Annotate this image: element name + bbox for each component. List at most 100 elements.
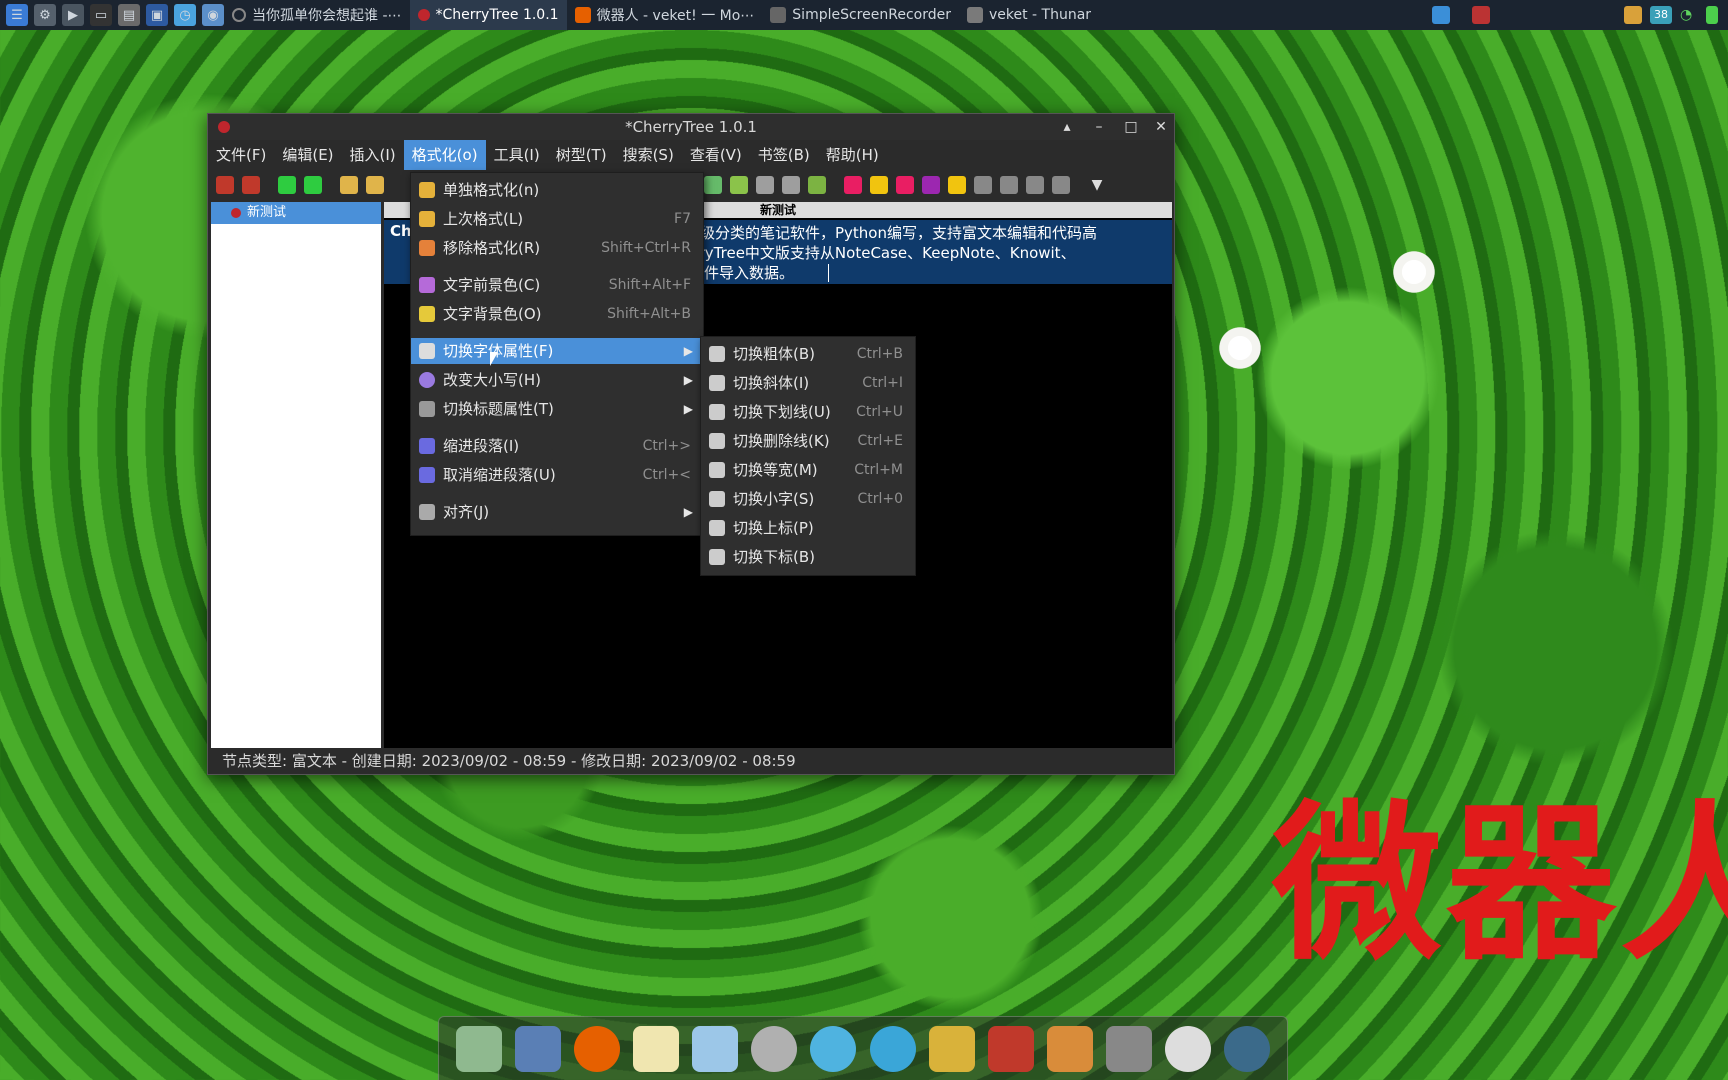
dock-monitor-icon[interactable] [514,1025,561,1072]
menu-item-remove-format[interactable]: 移除格式化(R) Shift+Ctrl+R [411,235,703,261]
shade-button[interactable]: ▴ [1058,118,1076,136]
submenu-item-underline[interactable]: 切换下划线(U) Ctrl+U [701,399,915,425]
menu-item-unindent[interactable]: 取消缩进段落(U) Ctrl+< [411,462,703,488]
italic-icon[interactable] [1000,176,1018,194]
export-icon[interactable] [808,176,826,194]
dock-network-icon[interactable] [810,1025,857,1072]
desktop-icon[interactable] [1432,6,1450,24]
back-arrow-icon[interactable] [278,176,296,194]
dock-door-icon[interactable] [928,1025,975,1072]
forward-arrow-icon[interactable] [304,176,322,194]
add-subnode-icon[interactable] [242,176,260,194]
dock-firefox-icon[interactable] [573,1025,620,1072]
bold-icon [709,346,725,362]
text-color-icon[interactable] [922,176,940,194]
terminal-icon[interactable]: ▭ [90,4,112,26]
bold-icon[interactable] [974,176,992,194]
task-thunar[interactable]: veket - Thunar [959,0,1099,30]
dock-image-viewer-icon[interactable] [692,1025,739,1072]
open-folder-icon[interactable] [340,176,358,194]
folder-icon[interactable] [366,176,384,194]
menu-item-toggle-font[interactable]: 切换字体属性(F) ▶ [411,338,703,364]
submenu-item-small[interactable]: 切换小字(S) Ctrl+0 [701,486,915,512]
menu-item-format-single[interactable]: 单独格式化(n) [411,177,703,203]
submenu-item-superscript[interactable]: 切换上标(P) [701,515,915,541]
dock-globe-icon[interactable] [1224,1025,1271,1072]
dock-settings-icon[interactable] [1165,1025,1212,1072]
toolbar-overflow-icon[interactable]: ▼ [1088,176,1106,194]
node-tree-panel[interactable]: 新测试 [211,202,381,748]
task-label: 当你孤单你会想起谁 -⋯ [252,8,402,24]
strikethrough-icon[interactable] [1052,176,1070,194]
tree-node-selected[interactable]: 新测试 [211,202,381,224]
add-node-icon[interactable] [216,176,234,194]
align-icon [419,504,435,520]
insert-image-icon[interactable] [704,176,722,194]
monospace-icon [709,462,725,478]
submenu-arrow-icon: ▶ [683,505,693,519]
color-fg-icon[interactable] [844,176,862,194]
task-browser[interactable]: 微器人 - veket! 一 Mo⋯ [567,0,763,30]
menu-insert[interactable]: 插入(I) [342,140,404,170]
task-recorder[interactable]: SimpleScreenRecorder [762,0,959,30]
play-icon[interactable]: ▶ [62,4,84,26]
menu-item-align[interactable]: 对齐(J) ▶ [411,499,703,525]
battery-icon[interactable] [1706,6,1718,24]
menu-item-text-fg-color[interactable]: 文字前景色(C) Shift+Alt+F [411,272,703,298]
menu-bookmarks[interactable]: 书签(B) [750,140,818,170]
settings-icon[interactable]: ⚙ [34,4,56,26]
dock-app-icon[interactable] [455,1025,502,1072]
dock-drive-icon[interactable] [1106,1025,1153,1072]
dock-media-player-icon[interactable] [869,1025,916,1072]
menu-item-indent[interactable]: 缩进段落(I) Ctrl+> [411,433,703,459]
maximize-button[interactable]: □ [1122,118,1140,136]
anchor-icon[interactable] [730,176,748,194]
menu-item-format-last[interactable]: 上次格式(L) F7 [411,206,703,232]
italic-icon [709,375,725,391]
submenu-arrow-icon: ▶ [683,344,693,358]
menu-item-change-case[interactable]: 改变大小写(H) ▶ [411,367,703,393]
submenu-arrow-icon: ▶ [683,402,693,416]
submenu-item-bold[interactable]: 切换粗体(B) Ctrl+B [701,341,915,367]
menu-search[interactable]: 搜索(S) [615,140,682,170]
cherry-tray-icon[interactable] [1472,6,1490,24]
menu-help[interactable]: 帮助(H) [818,140,887,170]
underline-icon[interactable] [1026,176,1044,194]
menu-item-text-bg-color[interactable]: 文字背景色(O) Shift+Alt+B [411,301,703,327]
remove-format-icon[interactable] [896,176,914,194]
close-button[interactable]: ✕ [1152,118,1170,136]
dock-chart-icon[interactable] [987,1025,1034,1072]
submenu-item-strikethrough[interactable]: 切换删除线(K) Ctrl+E [701,428,915,454]
dock-disc-icon[interactable] [751,1025,798,1072]
wifi-icon[interactable]: ◔ [1680,6,1698,24]
task-music[interactable]: 当你孤单你会想起谁 -⋯ [224,0,410,30]
browser-icon[interactable]: ◉ [202,4,224,26]
menu-edit[interactable]: 编辑(E) [274,140,341,170]
clock-icon[interactable]: ◷ [174,4,196,26]
menu-file[interactable]: 文件(F) [208,140,274,170]
menu-tree[interactable]: 树型(T) [548,140,615,170]
dock-rocket-icon[interactable] [1046,1025,1093,1072]
app-menu-icon[interactable]: ☰ [6,4,28,26]
record-icon [232,8,246,22]
screenshot-icon[interactable]: ▣ [146,4,168,26]
minimize-button[interactable]: – [1090,118,1108,136]
link-icon[interactable] [756,176,774,194]
submenu-item-subscript[interactable]: 切换下标(B) [701,544,915,570]
window-titlebar[interactable]: *CherryTree 1.0.1 ▴ – □ ✕ [208,114,1174,140]
text-highlight-icon[interactable] [948,176,966,194]
color-bg-icon[interactable] [870,176,888,194]
submenu-item-monospace[interactable]: 切换等宽(M) Ctrl+M [701,457,915,483]
dock-text-editor-icon[interactable] [632,1025,679,1072]
printer-icon[interactable]: ▤ [118,4,140,26]
submenu-item-italic[interactable]: 切换斜体(I) Ctrl+I [701,370,915,396]
menu-format[interactable]: 格式化(o) [403,140,486,170]
menu-view[interactable]: 查看(V) [682,140,750,170]
task-cherrytree[interactable]: *CherryTree 1.0.1 [409,0,567,30]
clipboard-icon[interactable] [1624,6,1642,24]
menu-item-toggle-heading[interactable]: 切换标题属性(T) ▶ [411,396,703,422]
menu-tools[interactable]: 工具(I) [486,140,548,170]
link-node-icon[interactable] [782,176,800,194]
remove-format-icon [419,240,435,256]
cherry-icon [218,121,230,133]
